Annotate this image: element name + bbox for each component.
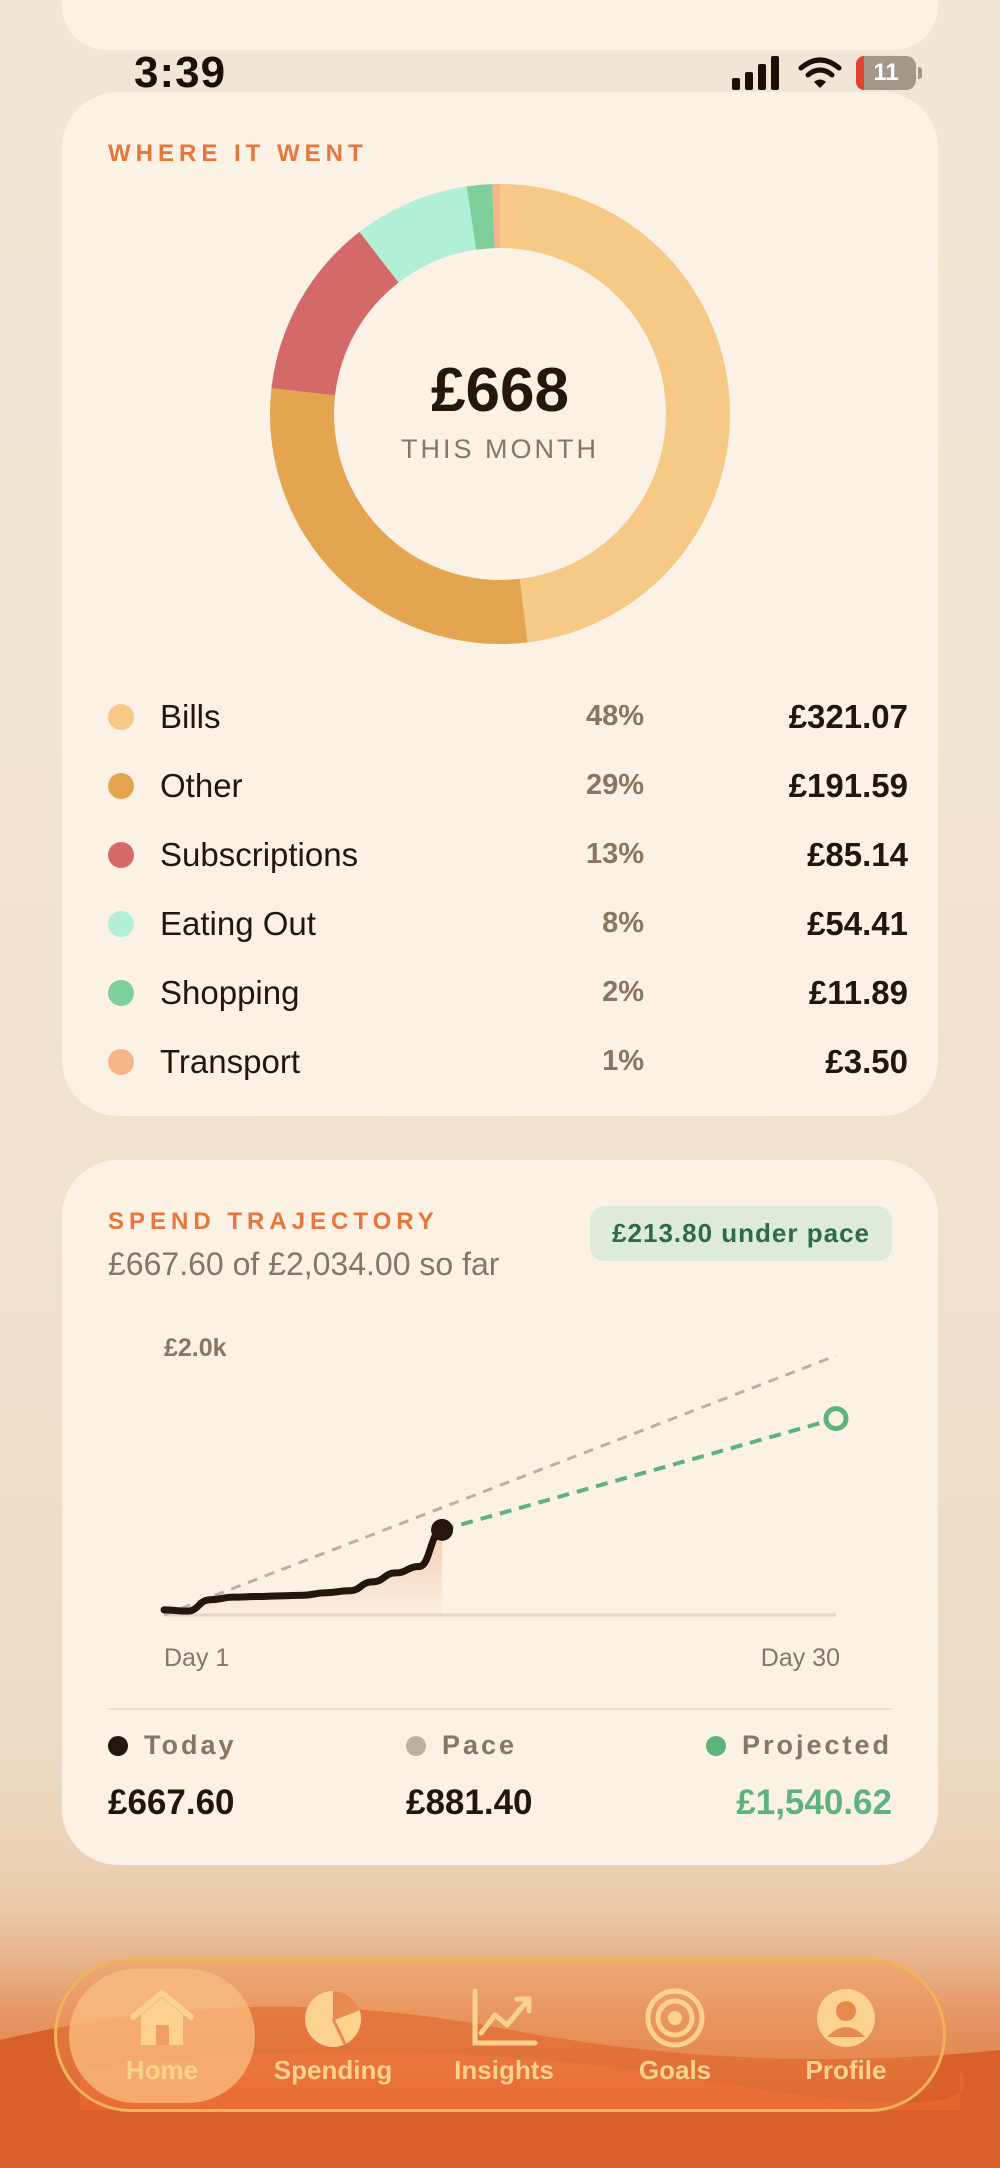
trend-icon (472, 1988, 538, 2046)
category-amount: £85.14 (807, 836, 908, 873)
tab-insights[interactable]: Insights (419, 1987, 589, 2086)
legend-row-subscriptions[interactable]: Subscriptions 13% £85.14 (108, 820, 908, 889)
stat-pace: Pace £881.40 (406, 1730, 533, 1823)
where-title: WHERE IT WENT (108, 140, 368, 167)
pace-line (163, 1354, 837, 1617)
category-name: Bills (160, 698, 221, 735)
y-max-label: £2.0k (164, 1334, 227, 1362)
category-percent: 29% (585, 769, 644, 801)
category-name: Other (160, 767, 243, 804)
battery-level: 11 (873, 59, 899, 86)
target-icon (645, 1988, 705, 2048)
projected-dot (705, 1735, 726, 1756)
shopping-swatch (108, 980, 134, 1006)
legend-row-eating-out[interactable]: Eating Out 8% £54.41 (108, 889, 908, 958)
category-amount: £321.07 (788, 698, 908, 735)
legend-row-transport[interactable]: Transport 1% £3.50 (108, 1027, 908, 1096)
pace-label: Pace (442, 1730, 518, 1760)
category-amount: £191.59 (788, 767, 908, 804)
category-amount: £54.41 (807, 905, 908, 942)
x-start-label: Day 1 (164, 1644, 229, 1672)
legend-row-other[interactable]: Other 29% £191.59 (108, 751, 908, 820)
donut-chart: £668 THIS MONTH (270, 184, 730, 644)
stat-projected: Projected £1,540.62 (705, 1730, 892, 1823)
eating-out-swatch (108, 911, 134, 937)
category-percent: 48% (585, 700, 644, 732)
wifi-icon (798, 57, 842, 88)
tab-goals[interactable]: Goals (590, 1987, 760, 2086)
today-label: Today (144, 1730, 237, 1760)
category-legend: Bills 48% £321.07 Other 29% £191.59 Subs… (108, 682, 908, 1096)
spend-trajectory-card: SPEND TRAJECTORY £667.60 of £2,034.00 so… (62, 1160, 938, 1865)
pace-label-wrap: Pace (406, 1730, 533, 1761)
category-percent: 1% (602, 1045, 644, 1077)
category-name: Shopping (160, 974, 300, 1011)
category-amount: £3.50 (825, 1043, 908, 1080)
tab-home[interactable]: Home (77, 1987, 247, 2086)
tab-profile-label: Profile (805, 2055, 887, 2085)
pace-value: £881.40 (406, 1783, 533, 1822)
battery-indicator: 11 (856, 56, 922, 90)
projected-marker[interactable] (823, 1406, 849, 1432)
today-label-wrap: Today (108, 1730, 237, 1761)
tab-spending-label: Spending (273, 2055, 393, 2085)
where-it-went-card: WHERE IT WENT £668 THIS MONTH Bills 48% … (62, 92, 938, 1116)
stat-today: Today £667.60 (108, 1730, 237, 1823)
month-total-label: THIS MONTH (401, 434, 599, 464)
bills-swatch (108, 704, 134, 730)
legend-row-shopping[interactable]: Shopping 2% £11.89 (108, 958, 908, 1027)
category-percent: 13% (585, 838, 644, 870)
category-percent: 2% (602, 976, 644, 1008)
status-icons: 11 (732, 56, 922, 90)
projected-line (441, 1416, 837, 1532)
projected-value: £1,540.62 (736, 1783, 892, 1822)
category-name: Subscriptions (160, 836, 359, 873)
other-swatch (108, 773, 134, 799)
donut-center: £668 THIS MONTH (270, 184, 730, 644)
home-icon (130, 1990, 194, 2045)
tab-profile[interactable]: Profile (761, 1987, 931, 2086)
stats-divider (108, 1708, 892, 1710)
projected-label-wrap: Projected (705, 1730, 892, 1761)
signal-icon (732, 56, 779, 90)
category-percent: 8% (602, 907, 644, 939)
tab-goals-label: Goals (638, 2055, 712, 2085)
category-name: Transport (160, 1043, 300, 1080)
legend-row-bills[interactable]: Bills 48% £321.07 (108, 682, 908, 751)
subscriptions-swatch (108, 842, 134, 868)
today-value: £667.60 (108, 1783, 235, 1822)
tab-insights-label: Insights (454, 2055, 554, 2085)
today-marker[interactable] (431, 1518, 454, 1541)
category-name: Eating Out (160, 905, 316, 942)
tab-bar: Home Spending Insights Goals Profile (54, 1958, 946, 2112)
transport-swatch (108, 1049, 134, 1075)
today-dot (108, 1735, 128, 1756)
x-end-label: Day 30 (761, 1644, 840, 1672)
tab-home-label: Home (125, 2055, 199, 2085)
profile-icon (817, 1989, 875, 2047)
projected-label: Projected (741, 1730, 892, 1760)
pace-dot (406, 1735, 426, 1756)
previous-card-edge (62, 0, 938, 50)
trajectory-chart: £2.0k Day 1 Day 30 (160, 1334, 849, 1672)
month-total: £668 (431, 356, 569, 425)
status-time: 3:39 (134, 48, 227, 97)
tab-spending[interactable]: Spending (248, 1987, 418, 2086)
category-amount: £11.89 (808, 974, 908, 1011)
pie-chart-icon (305, 1991, 361, 2047)
